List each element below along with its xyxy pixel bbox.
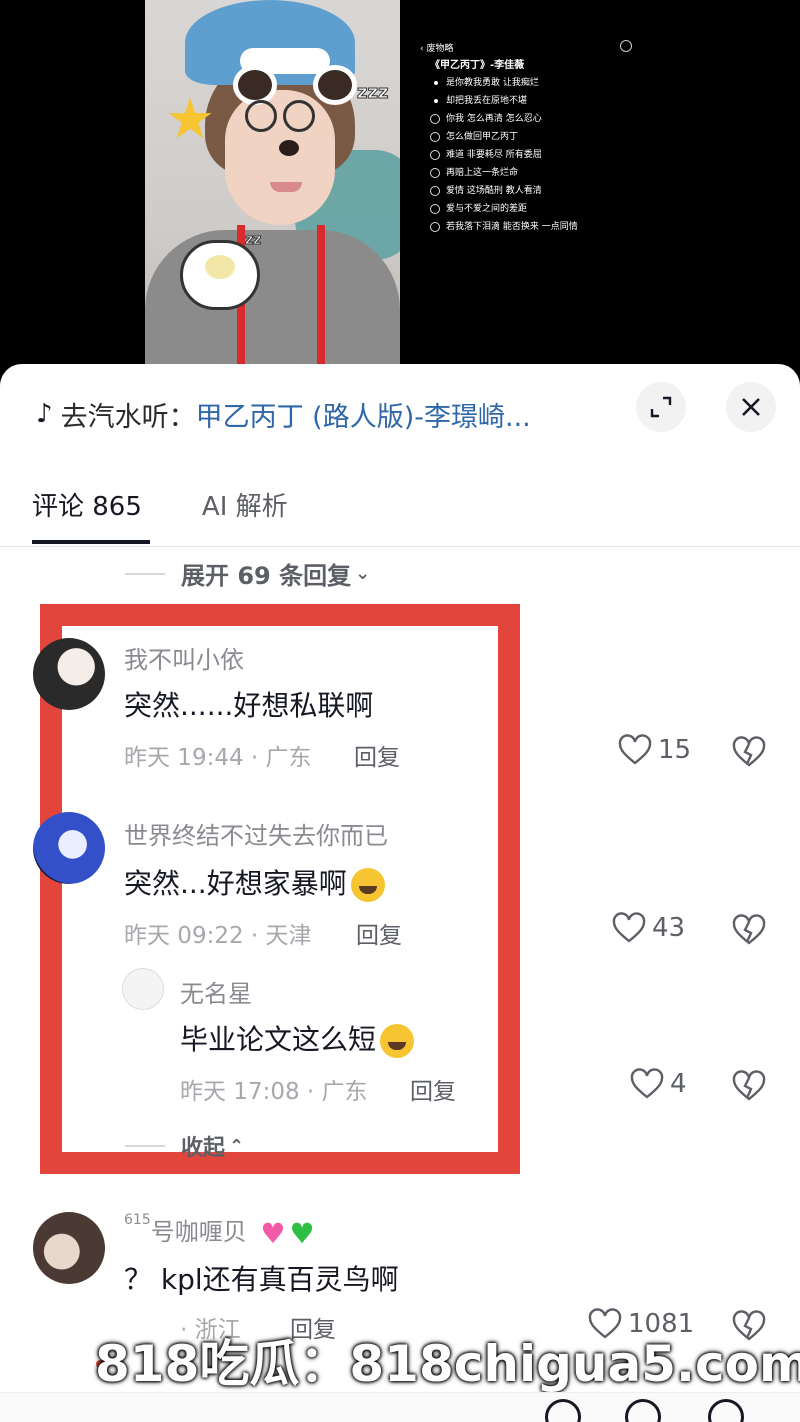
comment-meta: 昨天 09:22 · 天津: [124, 923, 312, 949]
expand-button[interactable]: [636, 382, 686, 432]
star-sticker-icon: ★: [165, 87, 216, 152]
lyrics-line: 难道 非要耗尽 所有委屈: [430, 146, 542, 164]
broken-heart-icon: [732, 736, 766, 767]
close-icon: [742, 398, 760, 416]
lyrics-line: 爱情 这场酷刑 教人看清: [430, 182, 542, 200]
comment-username[interactable]: 世界终结不过失去你而已: [124, 816, 388, 851]
comment-username[interactable]: 615号咖喱贝 ♥ ♥: [124, 1212, 315, 1250]
camera-feed: ★ zzz zz: [145, 0, 400, 380]
reply-text: 毕业论文这么短: [180, 1018, 415, 1058]
like-count: 4: [670, 1069, 687, 1099]
chevron-down-icon: ⌄: [355, 563, 371, 584]
mouth-shape: [270, 182, 302, 192]
reply-button[interactable]: 回复: [354, 738, 400, 772]
heart-icon: [618, 734, 652, 765]
video-player[interactable]: ★ zzz zz ‹ 废物略 《甲乙丙丁》-李佳薇 是你教我勇敢 让我痴烂 却把…: [0, 0, 800, 380]
lanyard-right: [317, 225, 325, 375]
zzz-sticker-icon: zzz: [356, 82, 389, 104]
lyrics-line: 你我 怎么再清 怎么忍心: [430, 110, 542, 128]
like-button[interactable]: 15: [618, 734, 691, 766]
active-tab-indicator: [32, 540, 150, 544]
pleading-face-emoji: [380, 1024, 415, 1058]
crying-face-emoji: [350, 868, 385, 902]
dislike-button[interactable]: [732, 736, 766, 772]
comment-text: 突然......好想私联啊: [124, 689, 374, 722]
zzz-small-sticker-icon: zz: [244, 232, 262, 249]
heart-icon: [612, 912, 646, 943]
like-count: 43: [652, 913, 686, 943]
dislike-button[interactable]: [732, 914, 766, 950]
expand-icon: [650, 396, 672, 418]
reply-username[interactable]: 无名星: [180, 974, 252, 1009]
comment-username[interactable]: 我不叫小依: [124, 640, 244, 675]
expand-replies-button[interactable]: 展开 69 条回复 ⌄: [125, 556, 370, 591]
dislike-button[interactable]: [732, 1070, 766, 1106]
lyrics-back[interactable]: ‹ 废物略: [420, 40, 453, 58]
music-link[interactable]: ♪ 去汽水听： 甲乙丙丁 (路人版)-李璟崎...: [36, 394, 531, 434]
chevron-up-icon: ⌃: [229, 1135, 245, 1157]
image-icon[interactable]: [545, 1399, 581, 1422]
green-heart-icon: ♥: [289, 1216, 315, 1250]
emoji-icon[interactable]: [708, 1399, 744, 1422]
music-note-icon: ♪: [36, 399, 53, 429]
reply-meta: 昨天 17:08 · 广东: [180, 1079, 368, 1105]
heart-icon: [630, 1068, 664, 1099]
music-prefix: 去汽水听：: [60, 401, 196, 433]
tab-ai-analysis[interactable]: AI 解析: [202, 486, 288, 523]
reply-button[interactable]: 回复: [356, 916, 402, 950]
bear-ear-left: [233, 65, 277, 105]
reply-button[interactable]: 回复: [410, 1072, 456, 1106]
lyrics-line: 是你教我勇敢 让我痴烂: [430, 74, 539, 92]
comment-sheet: ♪ 去汽水听： 甲乙丙丁 (路人版)-李璟崎... 评论 865 AI 解析 展…: [0, 364, 800, 1422]
lyrics-line: 怎么做回甲乙丙丁: [430, 128, 518, 146]
comment-meta: 昨天 19:44 · 广东: [124, 745, 312, 771]
like-count: 15: [658, 735, 692, 765]
lyrics-line: 若我落下泪滴 能否换来 一点同情: [430, 218, 578, 236]
broken-heart-icon: [732, 1070, 766, 1101]
bear-nose: [279, 140, 299, 156]
collapse-replies-button[interactable]: 收起 ⌃: [125, 1130, 244, 1162]
like-button[interactable]: 43: [612, 912, 685, 944]
sparkling-heart-icon: ♥: [260, 1216, 286, 1250]
watermark: 818吃瓜：818chigua5.com: [95, 1335, 800, 1393]
bear-ear-right: [313, 65, 357, 105]
at-mention-icon[interactable]: [625, 1399, 661, 1422]
shirt-shape: [145, 230, 400, 380]
close-button[interactable]: [726, 382, 776, 432]
lyrics-line: 再赔上这一条烂命: [430, 164, 518, 182]
more-icon[interactable]: [620, 40, 632, 52]
sleeping-bear-sticker: [180, 240, 260, 310]
comment-text: 突然...好想家暴啊: [124, 862, 385, 902]
expand-replies-label: 展开 69 条回复: [181, 562, 352, 590]
like-button[interactable]: 4: [630, 1068, 687, 1100]
lyrics-line: 却把我丢在原地不堪: [430, 92, 527, 110]
collapse-label: 收起: [181, 1136, 226, 1161]
broken-heart-icon: [732, 914, 766, 945]
lyrics-back-label: 废物略: [426, 44, 454, 54]
tab-comments[interactable]: 评论 865: [32, 486, 142, 523]
comment-text: ？ kpl还有真百灵鸟啊: [124, 1263, 399, 1296]
avatar[interactable]: [33, 638, 105, 710]
glasses-icon: [245, 100, 315, 140]
avatar[interactable]: [33, 812, 105, 884]
music-song-title: 甲乙丙丁 (路人版)-李璟崎...: [195, 401, 531, 433]
avatar[interactable]: [122, 968, 164, 1010]
avatar[interactable]: [33, 1212, 105, 1284]
lyrics-song-title: 《甲乙丙丁》-李佳薇: [430, 60, 525, 71]
comment-tabs: 评论 865 AI 解析: [32, 486, 288, 523]
tab-divider: [0, 546, 800, 547]
comment-input-bar[interactable]: [0, 1392, 800, 1422]
lyrics-line: 爱与不爱之间的差距: [430, 200, 527, 218]
